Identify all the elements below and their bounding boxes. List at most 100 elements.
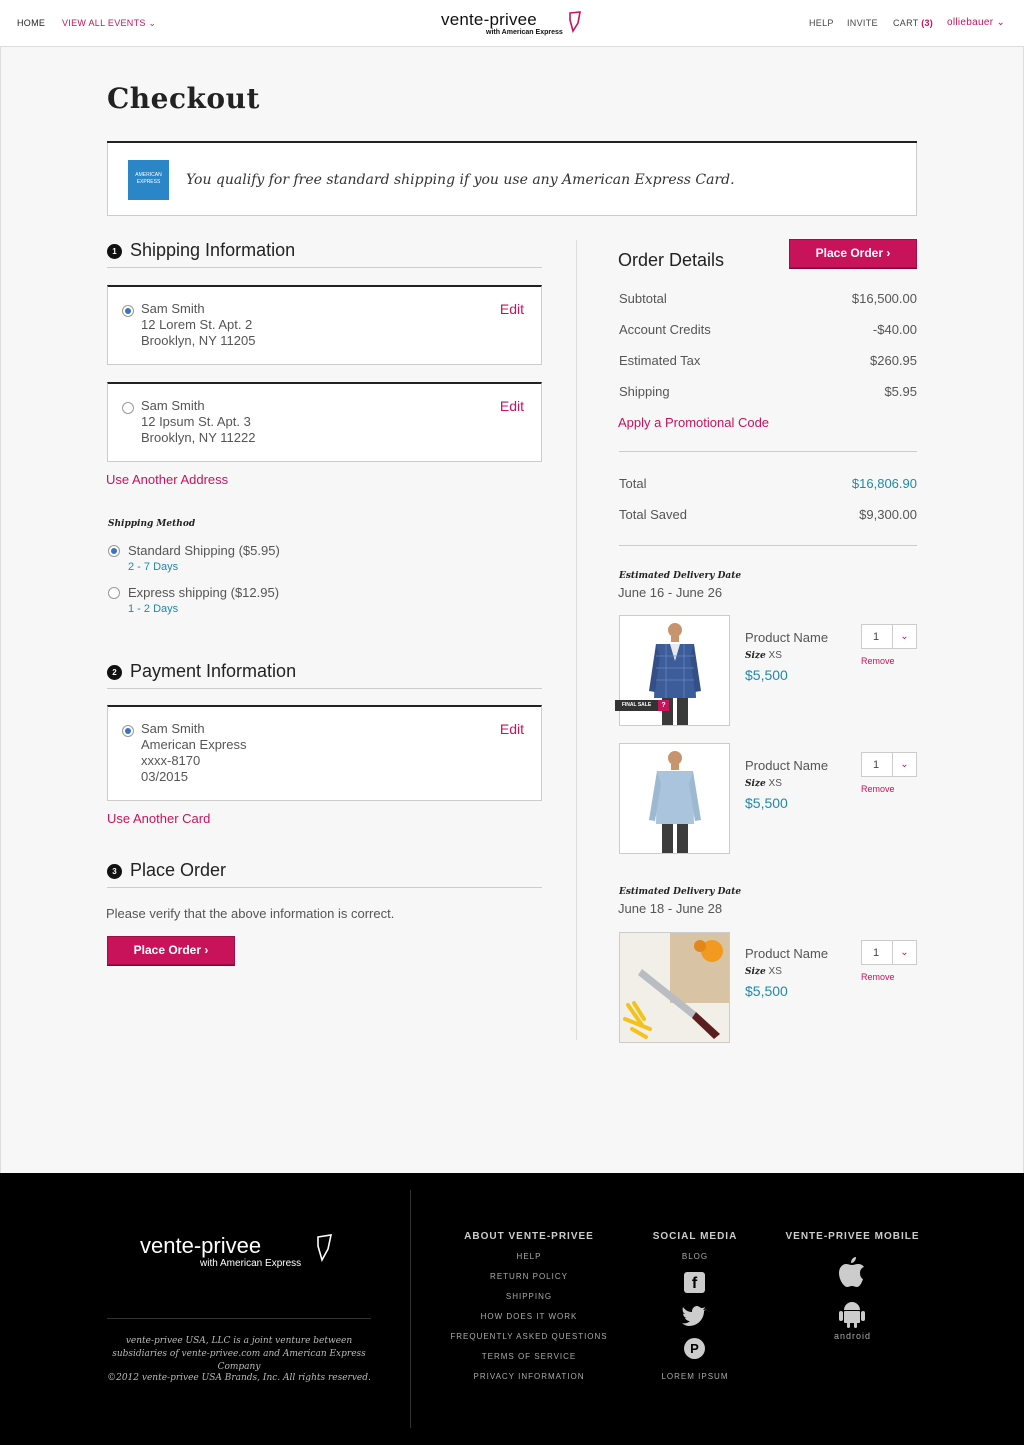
shipping-heading: 1 Shipping Information <box>107 240 295 261</box>
amex-logo: AMERICAN EXPRESS <box>128 160 169 200</box>
size-value: XS <box>768 778 782 789</box>
nav-cart[interactable]: CART (3) <box>893 18 933 28</box>
nav-home[interactable]: HOME <box>17 18 45 28</box>
footer-link-lorem-ipsum[interactable]: LOREM IPSUM <box>640 1372 750 1381</box>
apply-promo-code-link[interactable]: Apply a Promotional Code <box>618 415 769 430</box>
address-line2: Brooklyn, NY 11222 <box>141 430 256 445</box>
product-image-knife[interactable] <box>619 932 730 1043</box>
place-order-button-bottom[interactable]: Place Order › <box>107 936 235 965</box>
final-sale-help-icon[interactable]: ? <box>658 700 669 711</box>
payment-heading: 2 Payment Information <box>107 661 296 682</box>
username: olliebauer <box>947 17 994 28</box>
express-shipping-days: 1 - 2 Days <box>128 603 179 615</box>
address-card-2[interactable]: Sam Smith 12 Ipsum St. Apt. 3 Brooklyn, … <box>107 382 542 462</box>
product-size: Size XS <box>745 966 782 977</box>
footer-link-how-it-works[interactable]: HOW DOES IT WORK <box>444 1312 614 1321</box>
user-menu[interactable]: olliebauer ⌄ <box>947 17 1005 28</box>
verify-text: Please verify that the above information… <box>106 906 395 921</box>
chevron-down-icon: ⌄ <box>892 625 916 648</box>
footer-logo-main: vente-privee <box>140 1233 262 1258</box>
cart-label: CART <box>893 18 919 28</box>
edit-address-2-link[interactable]: Edit <box>500 398 524 414</box>
product-price: $5,500 <box>745 983 788 999</box>
use-another-address-link[interactable]: Use Another Address <box>106 472 228 487</box>
standard-shipping-radio[interactable] <box>108 545 120 557</box>
quantity-value: 1 <box>873 631 880 643</box>
size-value: XS <box>768 966 782 977</box>
product-name[interactable]: Product Name <box>745 946 828 961</box>
address-radio-2[interactable] <box>122 402 134 414</box>
address-line1: 12 Ipsum St. Apt. 3 <box>141 414 251 429</box>
pinterest-icon[interactable]: P <box>684 1338 705 1359</box>
nav-view-all-events[interactable]: VIEW ALL EVENTS ⌄ <box>62 18 156 29</box>
total-label: Total <box>619 476 647 491</box>
total-value: $16,806.90 <box>851 476 917 491</box>
remove-item-link[interactable]: Remove <box>861 972 895 982</box>
section-divider <box>107 688 542 689</box>
standard-shipping-label[interactable]: Standard Shipping ($5.95) <box>128 543 280 558</box>
payment-card[interactable]: Sam Smith American Express xxxx-8170 03/… <box>107 705 542 801</box>
place-order-heading-text: Place Order <box>130 860 227 880</box>
remove-item-link[interactable]: Remove <box>861 784 895 794</box>
express-shipping-radio[interactable] <box>108 587 120 599</box>
product-name[interactable]: Product Name <box>745 630 828 645</box>
footer-logo[interactable]: vente-privee with American Express <box>140 1233 340 1273</box>
address-lines: Sam Smith 12 Lorem St. Apt. 2 Brooklyn, … <box>141 301 255 349</box>
product-size: Size XS <box>745 650 782 661</box>
nav-invite[interactable]: INVITE <box>847 18 878 28</box>
chevron-down-icon: ⌄ <box>996 17 1006 28</box>
address-card-1[interactable]: Sam Smith 12 Lorem St. Apt. 2 Brooklyn, … <box>107 285 542 365</box>
product-image-sweater[interactable] <box>619 743 730 854</box>
footer-link-terms[interactable]: TERMS OF SERVICE <box>444 1352 614 1361</box>
address-name: Sam Smith <box>141 398 205 413</box>
amex-promo-banner: AMERICAN EXPRESS You qualify for free st… <box>107 143 917 216</box>
edit-payment-link[interactable]: Edit <box>500 721 524 737</box>
facebook-icon[interactable]: f <box>684 1272 705 1293</box>
product-price: $5,500 <box>745 667 788 683</box>
logo-main-text: vente-privee <box>441 10 537 29</box>
footer-link-help[interactable]: HELP <box>444 1252 614 1261</box>
product-size: Size XS <box>745 778 782 789</box>
product-name[interactable]: Product Name <box>745 758 828 773</box>
footer-link-blog[interactable]: BLOG <box>640 1252 750 1261</box>
subtotal-value: $16,500.00 <box>851 291 917 306</box>
size-label: Size <box>745 779 766 789</box>
footer-link-privacy[interactable]: PRIVACY INFORMATION <box>444 1372 614 1381</box>
account-credits-row: Account Credits -$40.00 <box>619 322 917 337</box>
quantity-select[interactable]: 1 ⌄ <box>861 940 917 965</box>
remove-item-link[interactable]: Remove <box>861 656 895 666</box>
shipping-label: Shipping <box>619 384 670 399</box>
footer-link-return-policy[interactable]: RETURN POLICY <box>444 1272 614 1281</box>
final-sale-badge: FINAL SALE <box>615 700 658 711</box>
address-line1: 12 Lorem St. Apt. 2 <box>141 317 253 332</box>
subtotal-row: Subtotal $16,500.00 <box>619 291 917 306</box>
account-credits-value: -$40.00 <box>872 322 917 337</box>
quantity-select[interactable]: 1 ⌄ <box>861 752 917 777</box>
amex-logo-text: AMERICAN EXPRESS <box>135 172 162 185</box>
sweater-model-image <box>620 744 729 853</box>
nav-help[interactable]: HELP <box>809 18 834 28</box>
use-another-card-link[interactable]: Use Another Card <box>107 811 210 826</box>
payment-radio[interactable] <box>122 725 134 737</box>
quantity-select[interactable]: 1 ⌄ <box>861 624 917 649</box>
card-type: American Express <box>141 737 247 752</box>
apple-icon[interactable] <box>838 1257 865 1287</box>
footer-about-title: ABOUT VENTE-PRIVEE <box>464 1231 594 1242</box>
address-radio-1[interactable] <box>122 305 134 317</box>
android-icon[interactable] <box>839 1300 865 1328</box>
shipping-value: $5.95 <box>884 384 917 399</box>
site-logo[interactable]: vente-privee with American Express <box>441 10 586 40</box>
delivery-dates: June 16 - June 26 <box>618 585 723 600</box>
standard-shipping-days: 2 - 7 Days <box>128 561 179 573</box>
express-shipping-label[interactable]: Express shipping ($12.95) <box>128 585 279 600</box>
footer-mobile-title: VENTE-PRIVEE MOBILE <box>785 1231 920 1242</box>
footer-link-shipping[interactable]: SHIPPING <box>444 1292 614 1301</box>
edit-address-1-link[interactable]: Edit <box>500 301 524 317</box>
place-order-button-top[interactable]: Place Order › <box>789 239 917 268</box>
footer-logo-sub: with American Express <box>200 1258 302 1269</box>
subtotal-label: Subtotal <box>619 291 667 306</box>
section-divider <box>107 887 542 888</box>
footer-link-faq[interactable]: FREQUENTLY ASKED QUESTIONS <box>444 1332 614 1341</box>
twitter-icon[interactable] <box>681 1306 708 1326</box>
column-divider <box>576 240 577 1040</box>
